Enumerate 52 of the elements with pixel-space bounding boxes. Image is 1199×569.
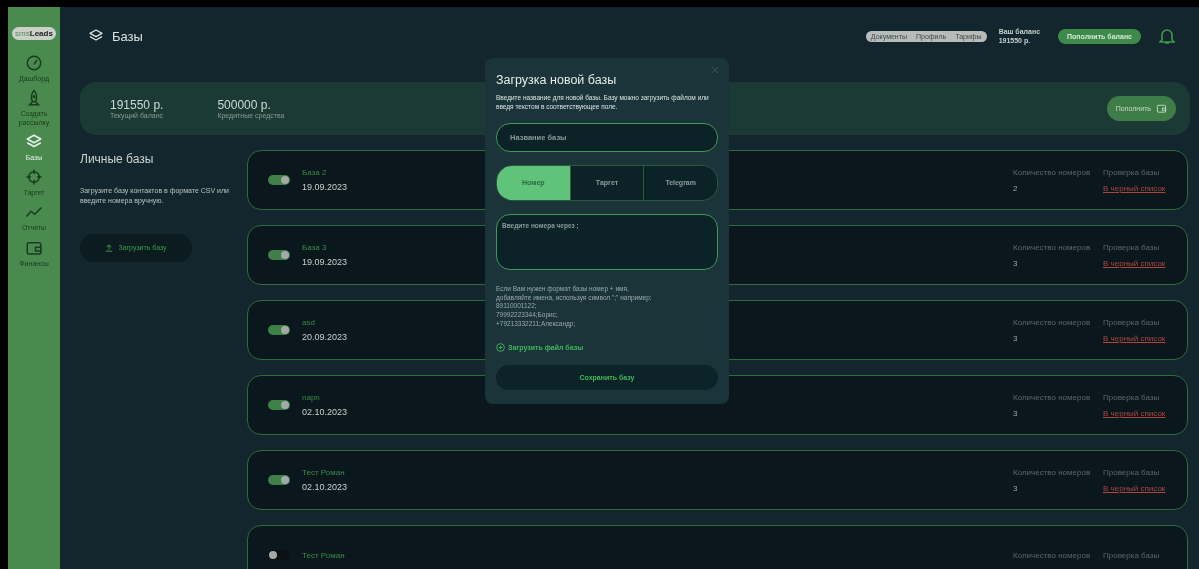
count-label: Количество номеров [1013,242,1092,252]
stat-value: 500000 р. [217,98,272,112]
toggle-switch[interactable] [268,400,290,410]
check-label: Проверка базы [1103,242,1161,252]
base-name: Тест Роман [302,468,345,477]
blacklist-link[interactable]: В черный список [1103,408,1167,418]
rocket-icon [25,89,43,108]
plus-circle-icon [496,342,505,352]
check-label: Проверка базы [1103,550,1161,560]
section-title: Личные базы [80,152,155,166]
base-date: 02.10.2023 [302,482,348,492]
blacklist-link[interactable]: В черный список [1103,258,1167,268]
wallet-icon [1156,103,1167,114]
logo: smsLeads [12,27,56,40]
modal-title: Загрузка новой базы [496,73,618,87]
base-name: База 2 [302,168,327,177]
check-label: Проверка базы [1103,467,1161,477]
bell-icon[interactable] [1159,27,1175,45]
count-label: Количество номеров [1013,167,1092,177]
check-label: Проверка базы [1103,317,1161,327]
count-label: Количество номеров [1013,392,1092,402]
upload-icon [105,243,114,252]
blacklist-link[interactable]: В черный список [1103,483,1167,493]
base-date: 20.09.2023 [302,332,348,342]
toggle-switch[interactable] [268,550,290,560]
base-name: napn [302,393,320,402]
base-name: База 3 [302,243,327,252]
count-value: 3 [1013,333,1019,343]
check-label: Проверка базы [1103,167,1161,177]
base-date: 02.10.2023 [302,407,348,417]
base-name: asd [302,318,315,327]
count-value: 3 [1013,258,1019,268]
toggle-switch[interactable] [268,175,290,185]
base-name: Тест Роман [302,550,345,560]
blacklist-link[interactable]: В черный список [1103,333,1167,343]
toggle-switch[interactable] [268,475,290,485]
base-date: 19.09.2023 [302,257,348,267]
blacklist-link[interactable]: В черный список [1103,183,1167,193]
count-value: 3 [1013,408,1019,418]
toggle-switch[interactable] [268,325,290,335]
gauge-icon [25,54,43,72]
target-icon [25,168,43,187]
count-value: 3 [1013,483,1019,493]
page-title: Базы [112,28,143,44]
count-label: Количество номеров [1013,467,1092,477]
base-date: 19.09.2023 [302,182,348,192]
count-value: 2 [1013,183,1019,193]
toggle-switch[interactable] [268,250,290,260]
count-label: Количество номеров [1013,317,1092,327]
check-label: Проверка базы [1103,392,1161,402]
stat-value: 191550 р. [110,98,164,112]
count-label: Количество номеров [1013,550,1092,560]
